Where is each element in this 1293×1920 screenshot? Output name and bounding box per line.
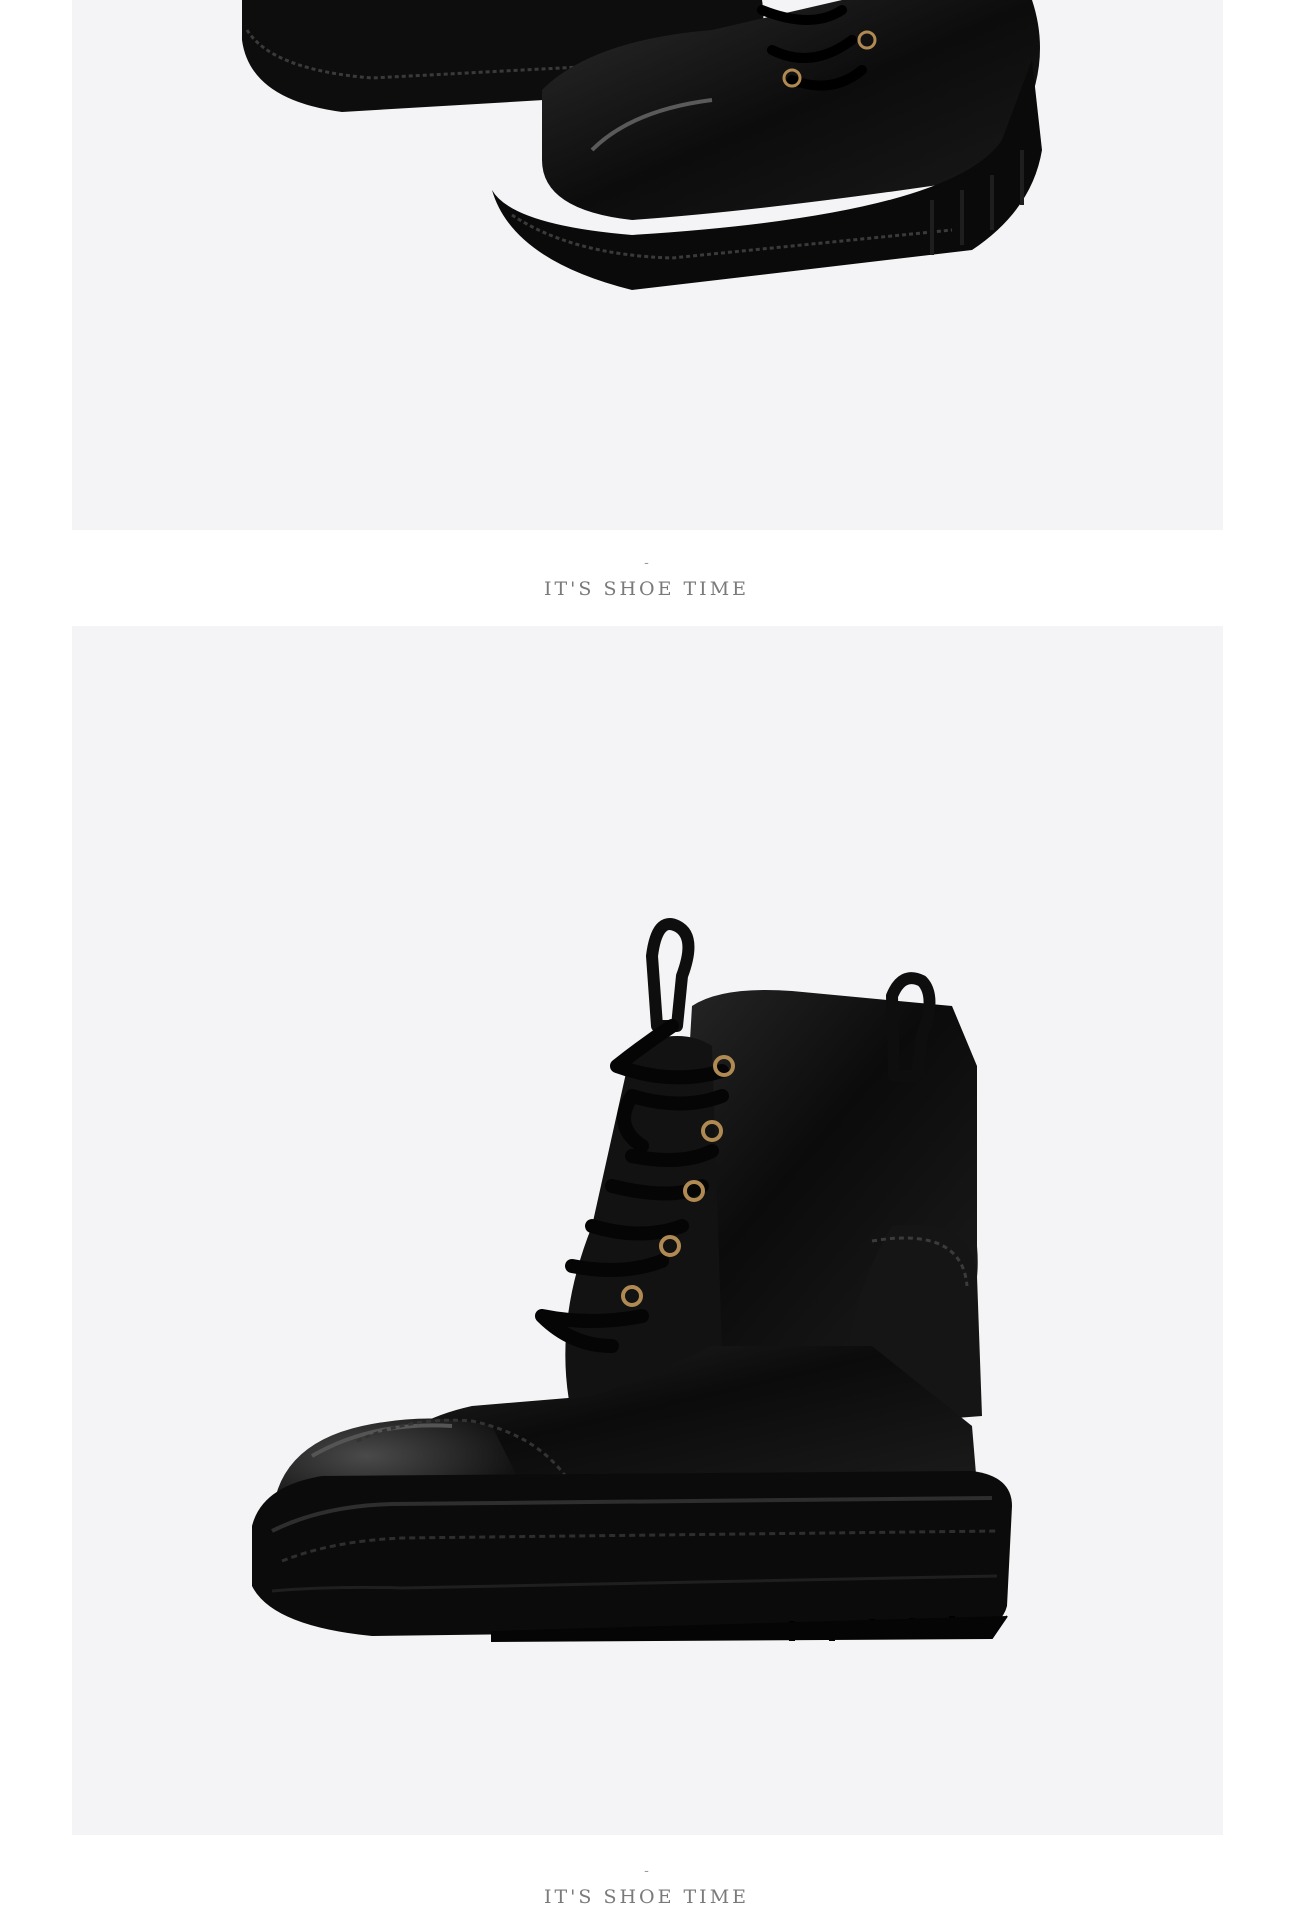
section-caption: - IT'S SHOE TIME [0, 556, 1293, 600]
boot-pair-image [242, 0, 1042, 290]
caption-text: IT'S SHOE TIME [543, 1886, 750, 1908]
section-caption: - IT'S SHOE TIME [0, 1864, 1293, 1908]
product-photo-top [72, 0, 1223, 530]
product-photo-side [72, 626, 1223, 1835]
caption-dash: - [644, 1863, 649, 1879]
boot-side-image [252, 918, 1012, 1643]
caption-dash: - [644, 555, 649, 571]
caption-text: IT'S SHOE TIME [543, 578, 750, 600]
